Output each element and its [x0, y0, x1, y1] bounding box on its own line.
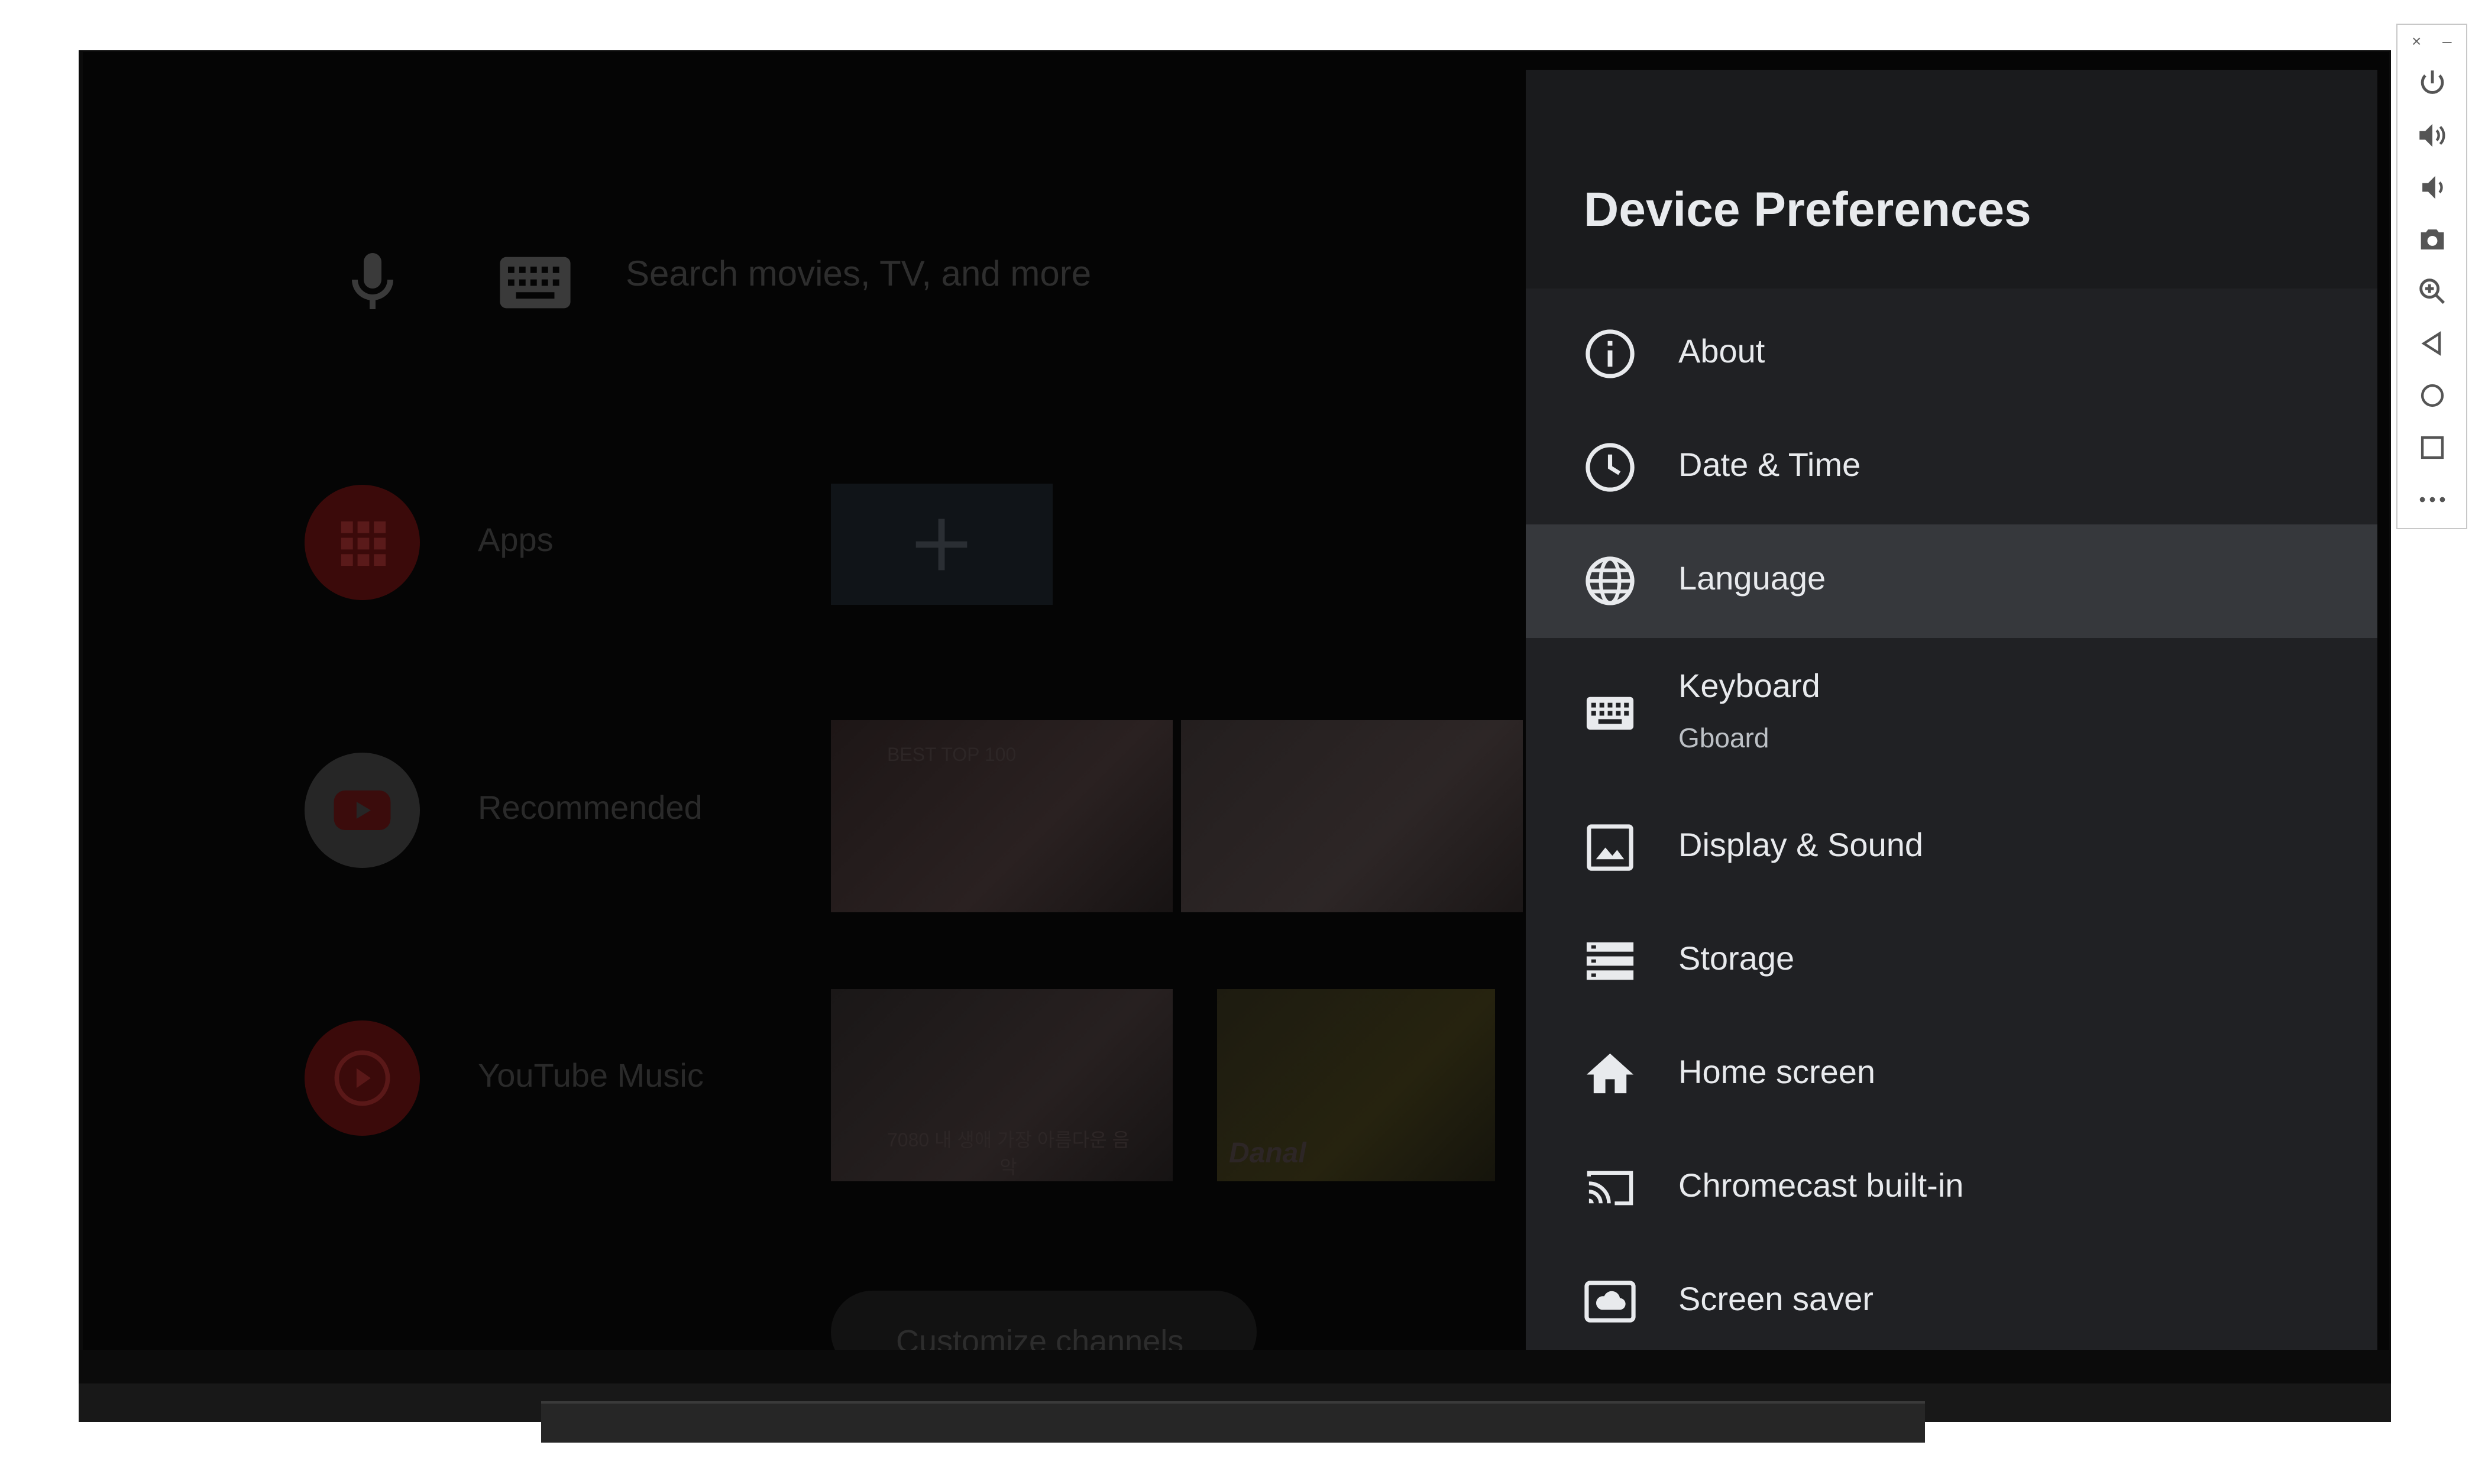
home-circle-icon[interactable]	[2415, 378, 2450, 413]
thumb-caption: Danal	[1229, 1138, 1306, 1169]
zoom-icon[interactable]	[2415, 274, 2450, 309]
menu-item-date-time[interactable]: Date & Time	[1526, 411, 2377, 524]
youtube-music-button[interactable]	[305, 1020, 420, 1136]
keyboard-icon	[1586, 696, 1634, 730]
volume-down-icon[interactable]	[2415, 170, 2450, 205]
search-input[interactable]: Search movies, TV, and more	[626, 253, 1091, 294]
screensaver-icon	[1584, 1281, 1636, 1323]
menu-item-label: Keyboard	[1678, 667, 1820, 704]
home-screen: Search movies, TV, and more Apps Recomme…	[83, 52, 1526, 1350]
menu-item-label: Date & Time	[1678, 446, 1861, 483]
overview-icon[interactable]	[2415, 430, 2450, 465]
youtube-music-label: YouTube Music	[478, 1057, 704, 1094]
menu-item-screen-saver[interactable]: Screen saver	[1526, 1245, 2377, 1350]
tv-screen: Search movies, TV, and more Apps Recomme…	[83, 52, 2389, 1350]
thumb-caption: BEST TOP 100	[887, 744, 1017, 765]
more-icon[interactable]	[2415, 482, 2450, 517]
menu-item-home-screen[interactable]: Home screen	[1526, 1018, 2377, 1132]
menu-item-chromecast[interactable]: Chromecast built-in	[1526, 1132, 2377, 1245]
music-thumb-1[interactable]: 7080 내 생애 가장 아름다운 음악	[831, 989, 1173, 1181]
recommended-label: Recommended	[478, 789, 703, 826]
menu-item-storage[interactable]: Storage	[1526, 905, 2377, 1018]
customize-channels-label: Customize channels	[896, 1324, 1184, 1350]
camera-icon[interactable]	[2415, 222, 2450, 257]
mic-icon[interactable]	[337, 247, 408, 318]
image-icon	[1587, 824, 1633, 871]
plus-icon	[915, 519, 968, 571]
cast-icon	[1587, 1171, 1633, 1206]
youtube-icon	[334, 790, 391, 831]
volume-up-icon[interactable]	[2415, 118, 2450, 153]
info-icon	[1586, 329, 1635, 378]
menu-item-keyboard[interactable]: Keyboard Gboard	[1526, 638, 2377, 789]
music-thumb-2[interactable]: Danal	[1217, 989, 1495, 1181]
menu-item-label: Language	[1678, 559, 1826, 597]
menu-item-label: Screen saver	[1678, 1280, 1874, 1317]
keyboard-search-icon[interactable]	[497, 253, 574, 312]
panel-header: Device Preferences	[1526, 70, 2377, 289]
tv-stand	[541, 1401, 1925, 1443]
menu-item-label: Home screen	[1678, 1053, 1876, 1090]
menu-item-language[interactable]: Language	[1526, 524, 2377, 638]
emulator-toolbar: × –	[2396, 24, 2467, 529]
minimize-icon[interactable]: –	[2442, 32, 2452, 51]
youtube-button[interactable]	[305, 753, 420, 868]
clock-icon	[1586, 443, 1635, 492]
power-icon[interactable]	[2415, 66, 2450, 101]
apps-label: Apps	[478, 521, 554, 558]
menu-item-display-sound[interactable]: Display & Sound	[1526, 791, 2377, 905]
menu-item-about[interactable]: About	[1526, 297, 2377, 411]
youtube-music-icon	[334, 1050, 390, 1106]
page-title: Device Preferences	[1584, 183, 2031, 236]
menu-item-label: Chromecast built-in	[1678, 1167, 1964, 1204]
thumb-caption: 7080 내 생애 가장 아름다운 음악	[886, 1129, 1130, 1178]
apps-grid-icon	[341, 521, 386, 566]
recommended-thumb-2[interactable]	[1181, 720, 1523, 912]
storage-icon	[1586, 942, 1634, 980]
device-preferences-panel: Device Preferences About Date & Time Lan…	[1526, 70, 2377, 1350]
menu-item-label: Display & Sound	[1678, 826, 1924, 863]
back-icon[interactable]	[2415, 326, 2450, 361]
home-icon	[1586, 1053, 1634, 1094]
add-app-tile[interactable]	[831, 484, 1053, 605]
apps-button[interactable]	[305, 485, 420, 600]
recommended-thumb-1[interactable]: BEST TOP 100	[831, 720, 1173, 912]
menu-item-label: Storage	[1678, 939, 1795, 977]
globe-icon	[1586, 556, 1635, 605]
menu-item-subtitle: Gboard	[1678, 722, 1769, 753]
close-icon[interactable]: ×	[2412, 32, 2421, 51]
menu-item-label: About	[1678, 332, 1765, 370]
